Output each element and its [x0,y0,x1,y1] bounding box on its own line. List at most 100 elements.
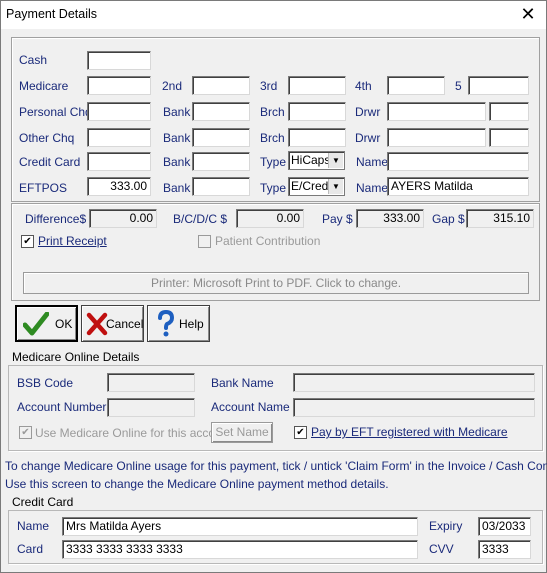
cash-input[interactable] [87,51,151,70]
medicare-label: Medicare [19,79,69,93]
cc-expiry-input[interactable]: 03/2033 [478,517,531,536]
title-bar: Payment Details ✕ [1,1,546,29]
ok-button[interactable]: OK [15,305,78,342]
other-drwr-label: Drwr [355,131,381,145]
bsb-label: BSB Code [17,376,74,390]
dropdown-arrow-icon[interactable]: ▼ [328,179,343,194]
patient-contribution-checkbox[interactable] [198,235,211,248]
other-bank-label: Bank [163,131,191,145]
printer-select-button[interactable]: Printer: Microsoft Print to PDF. Click t… [23,272,529,294]
personal-drwr2-input[interactable] [489,102,529,121]
eftpos-type-value: E/Cred [291,179,329,193]
credit-type-label: Type [260,155,287,169]
eftpos-name-label: Name [356,181,389,195]
medicare-online-title: Medicare Online Details [12,350,140,364]
personal-brch-input[interactable] [288,102,346,121]
cc-card-label: Card [17,542,44,556]
medicare-3rd-input[interactable] [288,76,346,95]
pay-by-eft-label: Pay by EFT registered with Medicare [311,425,508,439]
other-chq-input[interactable] [87,128,151,147]
question-icon [158,310,175,337]
account-number-label: Account Number [17,400,107,414]
personal-brch-label: Brch [260,105,285,119]
medicare-5-input[interactable] [468,76,529,95]
credit-name-label: Name [356,155,389,169]
medicare-4th-input[interactable] [387,76,445,95]
use-medicare-online-checkbox[interactable]: ✔ [19,426,32,439]
other-drwr-input[interactable] [387,128,486,147]
account-name-input[interactable] [293,398,535,417]
checkmark-icon [23,312,49,336]
difference-label: Difference$ [25,212,87,226]
credit-type-select[interactable]: HiCaps ▼ [288,151,345,170]
difference-value: 0.00 [89,209,157,228]
other-brch-input[interactable] [288,128,346,147]
other-bank-input[interactable] [192,128,250,147]
eftpos-type-select[interactable]: E/Cred ▼ [288,177,345,196]
info-line-2: Use this screen to change the Medicare O… [5,477,389,491]
medicare-2nd-input[interactable] [192,76,250,95]
cc-card-input[interactable]: 3333 3333 3333 3333 [62,540,418,559]
medicare-3rd-label: 3rd [260,79,278,93]
credit-name-input[interactable] [387,152,529,171]
help-label: Help [179,317,204,331]
other-chq-label: Other Chq [19,131,75,145]
medicare-input[interactable] [87,76,151,95]
pay-label: Pay $ [322,212,353,226]
set-name-button[interactable]: Set Name [211,422,273,443]
cancel-label: Cancel [106,317,144,331]
credit-card-input[interactable] [87,152,151,171]
pay-by-eft-checkbox[interactable]: ✔ [294,426,307,439]
cc-name-label: Name [17,519,50,533]
gap-label: Gap $ [432,212,465,226]
eftpos-bank-input[interactable] [192,177,250,196]
credit-type-value: HiCaps [291,153,331,167]
eftpos-input[interactable]: 333.00 [87,177,151,196]
other-brch-label: Brch [260,131,285,145]
dropdown-arrow-icon[interactable]: ▼ [328,153,343,168]
bdc-value: 0.00 [236,209,304,228]
personal-drwr-input[interactable] [387,102,486,121]
patient-contribution-label: Patient Contribution [215,234,321,248]
medicare-2nd-label: 2nd [162,79,183,93]
eftpos-name-input[interactable]: AYERS Matilda [387,177,529,196]
pay-value: 333.00 [356,209,424,228]
cc-cvv-input[interactable]: 3333 [478,540,531,559]
eftpos-label: EFTPOS [19,181,68,195]
cc-cvv-label: CVV [429,542,454,556]
use-medicare-online-label: Use Medicare Online for this accour [35,426,226,440]
close-icon[interactable]: ✕ [516,3,540,25]
account-name-label: Account Name [211,400,290,414]
print-receipt-checkbox[interactable]: ✔ [21,235,34,248]
ok-label: OK [55,317,73,331]
print-receipt-label: Print Receipt [38,234,107,248]
medicare-5-label: 5 [455,79,462,93]
bank-name-label: Bank Name [211,376,274,390]
personal-bank-label: Bank [163,105,191,119]
info-line-1: To change Medicare Online usage for this… [5,459,547,473]
credit-bank-label: Bank [163,155,191,169]
bsb-input[interactable] [107,373,195,392]
credit-card-label: Credit Card [19,155,81,169]
cross-icon [86,312,108,336]
credit-bank-input[interactable] [192,152,250,171]
eftpos-bank-label: Bank [163,181,191,195]
account-number-input[interactable] [107,398,195,417]
personal-chq-input[interactable] [87,102,151,121]
personal-chq-label: Personal Chq [19,105,92,119]
other-drwr2-input[interactable] [489,128,529,147]
eftpos-type-label: Type [260,181,287,195]
personal-drwr-label: Drwr [355,105,381,119]
credit-card-title: Credit Card [12,495,74,509]
bank-name-input[interactable] [293,373,535,392]
cc-name-input[interactable]: Mrs Matilda Ayers [62,517,418,536]
bdc-label: B/C/D/C $ [173,212,228,226]
gap-value: 315.10 [466,209,534,228]
payment-details-window: Payment Details ✕ Cash Medicare 2nd 3rd … [0,0,547,573]
medicare-4th-label: 4th [355,79,372,93]
help-button[interactable]: Help [147,305,210,342]
cancel-button[interactable]: Cancel [81,305,144,342]
cc-expiry-label: Expiry [429,519,463,533]
cash-label: Cash [19,53,48,67]
personal-bank-input[interactable] [192,102,250,121]
